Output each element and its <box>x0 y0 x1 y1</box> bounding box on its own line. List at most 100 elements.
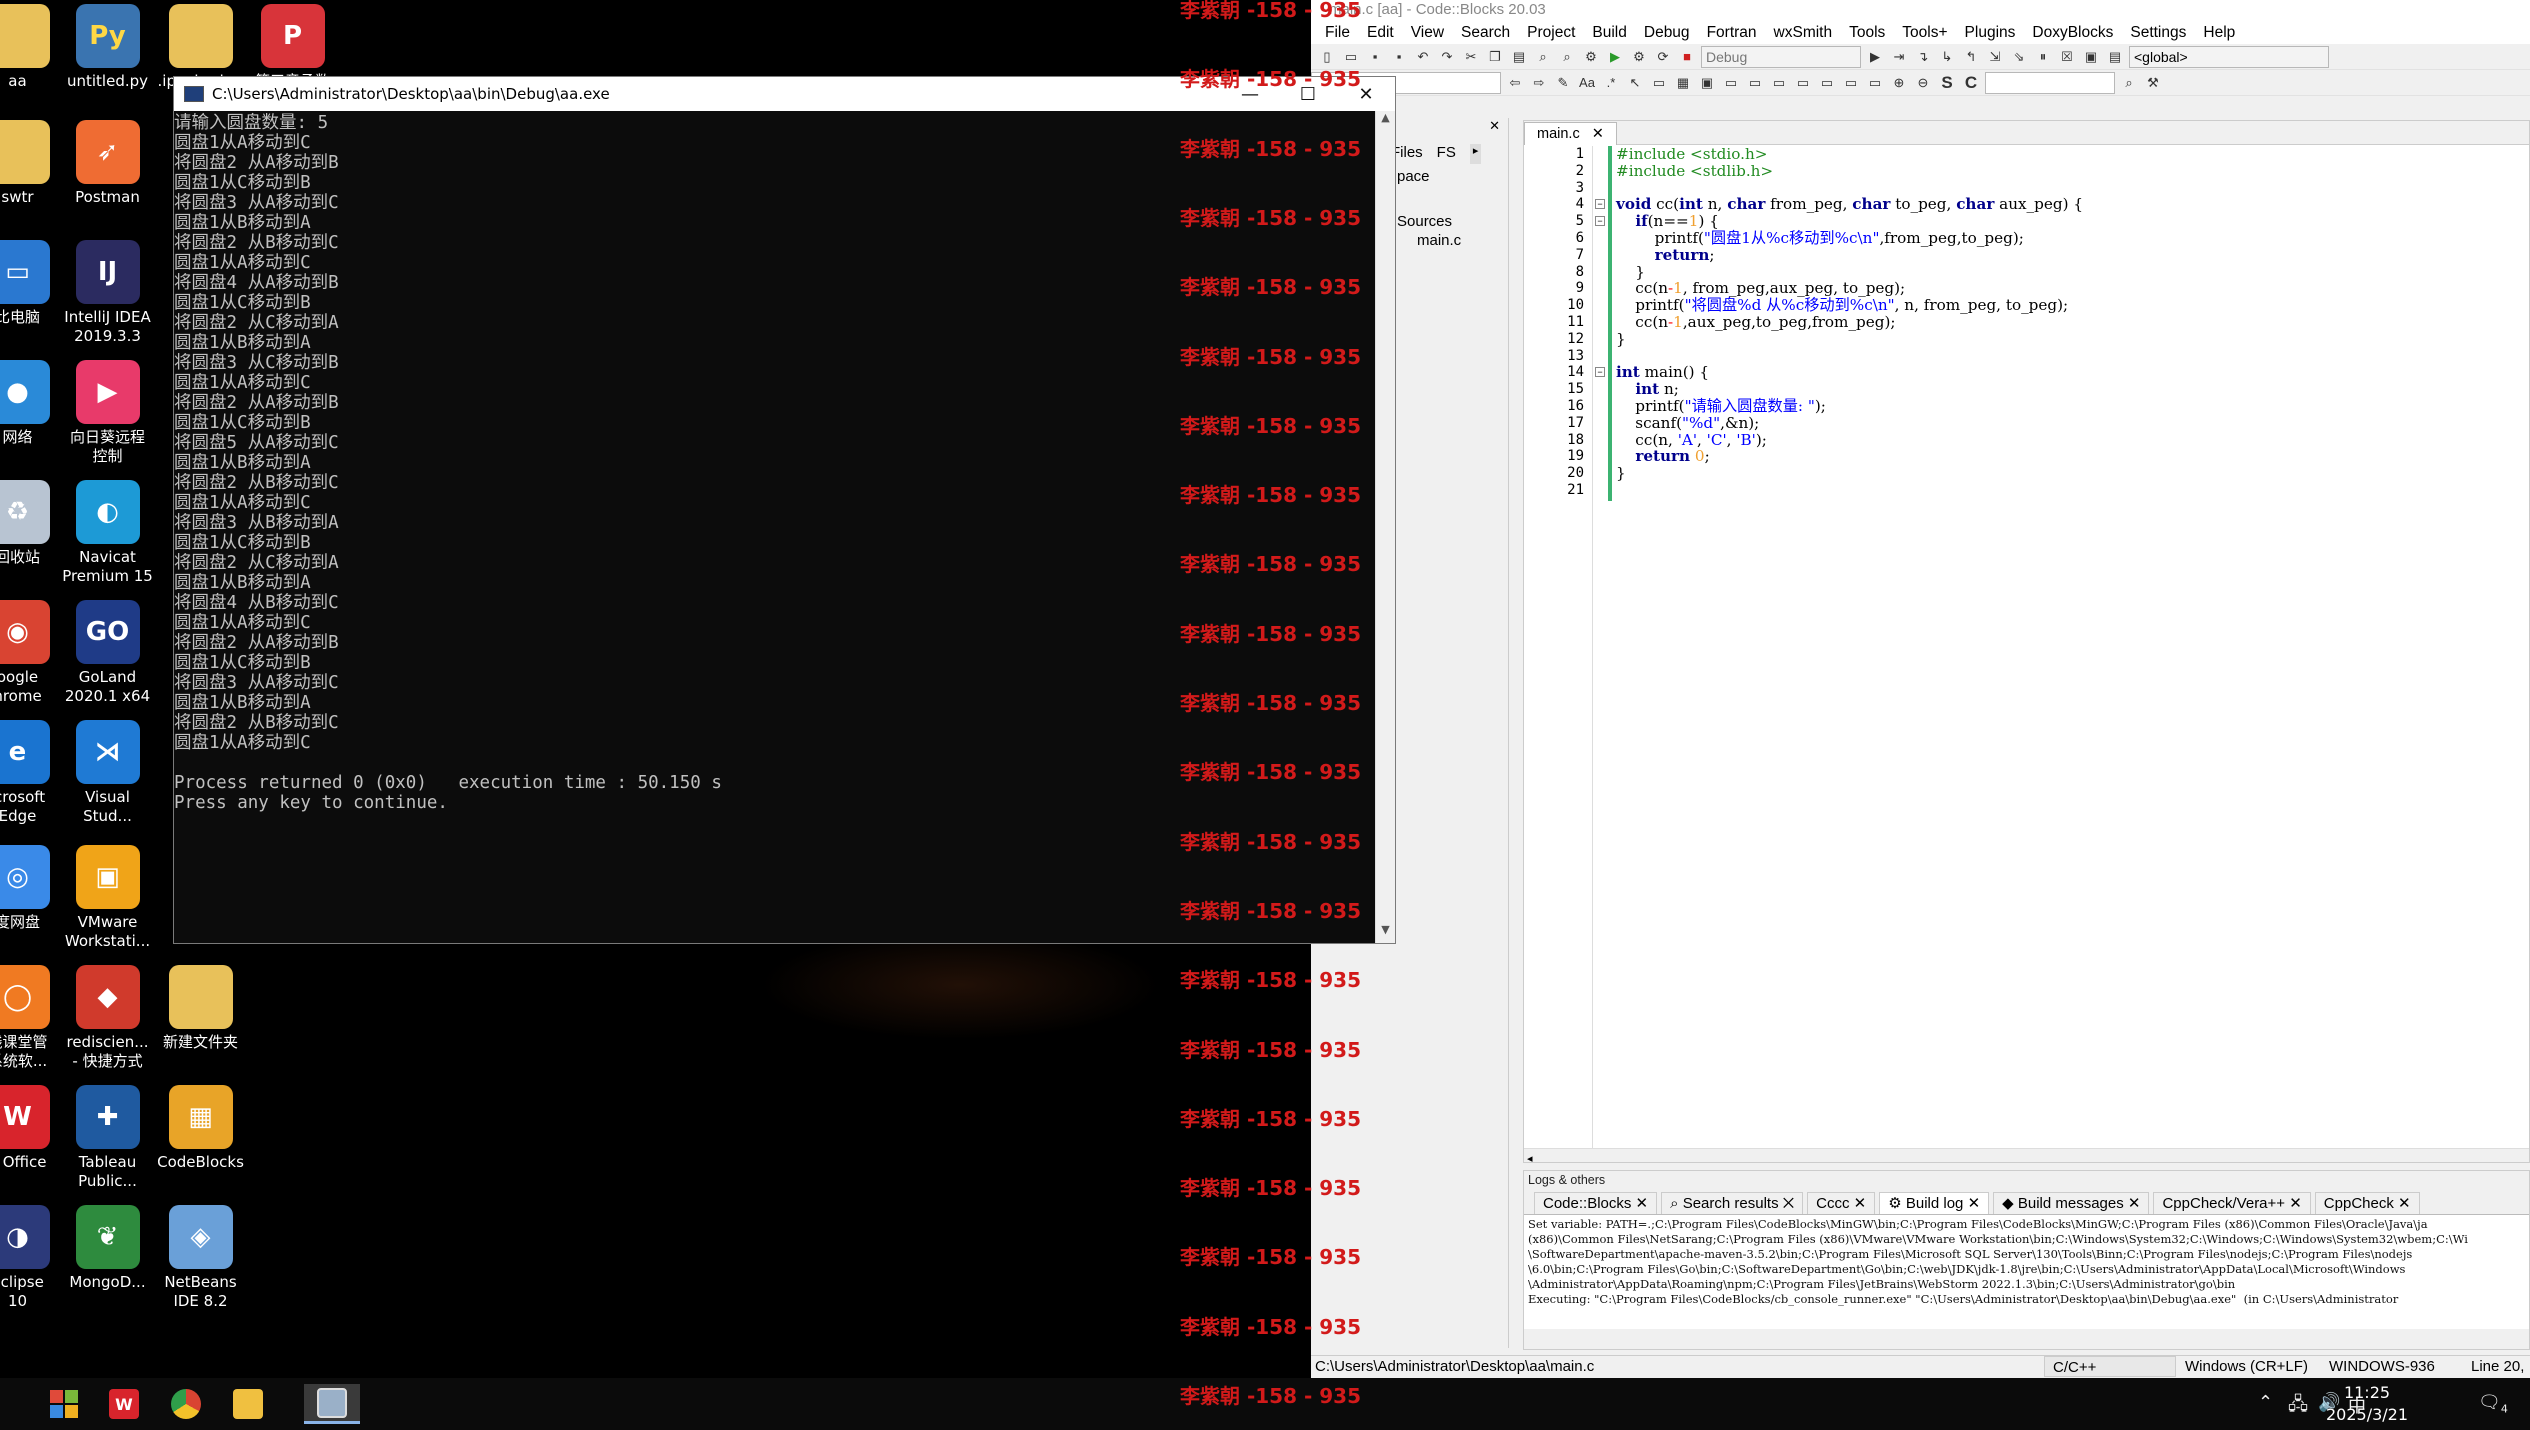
menu-project[interactable]: Project <box>1519 24 1584 42</box>
c-icon[interactable]: C <box>1961 73 1981 93</box>
cut-icon[interactable]: ✂ <box>1461 47 1481 67</box>
menu-wxsmith[interactable]: wxSmith <box>1766 24 1842 42</box>
menu-debug[interactable]: Debug <box>1636 24 1699 42</box>
zoom-out-icon[interactable]: ⊖ <box>1913 73 1933 93</box>
layout-2-icon[interactable]: ▭ <box>1745 73 1765 93</box>
menu-plugins[interactable]: Plugins <box>1957 24 2025 42</box>
shape-box-icon[interactable]: ▣ <box>1697 73 1717 93</box>
taskbar-clock[interactable]: 11:25 2025/3/21 <box>2322 1382 2412 1426</box>
menu-search[interactable]: Search <box>1453 24 1519 42</box>
menu-help[interactable]: Help <box>2195 24 2244 42</box>
run-to-cursor-icon[interactable]: ⇥ <box>1889 47 1909 67</box>
taskbar-chrome-icon[interactable] <box>158 1384 214 1424</box>
tab-fs[interactable]: FS <box>1437 144 1456 164</box>
menu-doxyblocks[interactable]: DoxyBlocks <box>2024 24 2122 42</box>
editor-tab-main-c[interactable]: main.c ✕ <box>1524 122 1617 145</box>
console-titlebar[interactable]: C:\Users\Administrator\Desktop\aa\bin\De… <box>174 77 1395 111</box>
abort-icon[interactable]: ■ <box>1677 47 1697 67</box>
step-into-icon[interactable]: ↳ <box>1937 47 1957 67</box>
taskbar-explorer-icon[interactable] <box>220 1384 276 1424</box>
console-window[interactable]: C:\Users\Administrator\Desktop\aa\bin\De… <box>173 76 1396 944</box>
layout-1-icon[interactable]: ▭ <box>1721 73 1741 93</box>
menu-build[interactable]: Build <box>1584 24 1635 42</box>
fold-toggle-icon[interactable]: − <box>1595 199 1605 210</box>
various-info-icon[interactable]: ▤ <box>2105 47 2125 67</box>
desktop-icon[interactable]: ◈ NetBeans IDE 8.2 <box>138 1205 263 1311</box>
editor-hscrollbar[interactable]: ◂ <box>1524 1148 2529 1165</box>
layout-3-icon[interactable]: ▭ <box>1769 73 1789 93</box>
tray-network-icon[interactable]: 🖧 <box>2288 1392 2308 1422</box>
build-run-icon[interactable]: ⚙ <box>1629 47 1649 67</box>
tab-scroll-right-icon[interactable]: ▸ <box>1469 144 1482 164</box>
layout-4-icon[interactable]: ▭ <box>1793 73 1813 93</box>
stop-debugger-icon[interactable]: ☒ <box>2057 47 2077 67</box>
menu-fortran[interactable]: Fortran <box>1699 24 1766 42</box>
debug-run-icon[interactable]: ▶ <box>1865 47 1885 67</box>
tab-close-icon[interactable]: ✕ <box>1592 126 1604 142</box>
taskbar-console-icon[interactable] <box>304 1384 360 1424</box>
s-icon[interactable]: S <box>1937 73 1957 93</box>
shape-rect-icon[interactable]: ▭ <box>1649 73 1669 93</box>
scroll-down-icon[interactable]: ▼ <box>1376 923 1395 943</box>
menu-tools[interactable]: Tools+ <box>1894 24 1956 42</box>
layout-5-icon[interactable]: ▭ <box>1817 73 1837 93</box>
minimize-icon[interactable]: — <box>1221 77 1279 111</box>
log-tab-buildmessages[interactable]: ◆ Build messages ✕ <box>1993 1192 2150 1214</box>
log-tab-searchresults[interactable]: ⌕ Search results ✕ <box>1661 1192 1804 1214</box>
select-icon[interactable]: ↖ <box>1625 73 1645 93</box>
fold-toggle-icon[interactable]: − <box>1595 367 1605 378</box>
menu-file[interactable]: File <box>1317 24 1359 42</box>
layout-7-icon[interactable]: ▭ <box>1865 73 1885 93</box>
break-debugger-icon[interactable]: ⏸ <box>2033 47 2053 67</box>
hscroll-left-icon[interactable]: ◂ <box>1524 1153 1533 1165</box>
replace-icon[interactable]: ⌕ <box>1557 47 1577 67</box>
copy-icon[interactable]: ❐ <box>1485 47 1505 67</box>
desktop-icon[interactable]: 新建文件夹 <box>138 965 263 1052</box>
build-target-select[interactable]: Debug <box>1701 45 1861 68</box>
build-icon[interactable]: ⚙ <box>1581 47 1601 67</box>
tray-chevron-icon[interactable]: ⌃ <box>2258 1392 2273 1413</box>
log-tab-cppcheck[interactable]: CppCheck ✕ <box>2314 1192 2420 1214</box>
undo-icon[interactable]: ↶ <box>1413 47 1433 67</box>
step-out-icon[interactable]: ↰ <box>1961 47 1981 67</box>
match-case-icon[interactable]: Aa <box>1577 73 1597 93</box>
notification-icon[interactable]: 🗨4 <box>2478 1392 2508 1416</box>
close-icon[interactable]: ✕ <box>1337 77 1395 111</box>
fold-margin[interactable]: − − − <box>1592 146 1606 1148</box>
find-icon[interactable]: ⌕ <box>1533 47 1553 67</box>
save-icon[interactable]: ▪ <box>1365 47 1385 67</box>
layout-6-icon[interactable]: ▭ <box>1841 73 1861 93</box>
menu-view[interactable]: View <box>1403 24 1453 42</box>
rebuild-icon[interactable]: ⟳ <box>1653 47 1673 67</box>
taskbar-start-icon[interactable] <box>36 1384 92 1424</box>
run-icon[interactable]: ▶ <box>1605 47 1625 67</box>
taskbar-wps-icon[interactable]: W <box>96 1384 152 1424</box>
back-icon[interactable]: ⇦ <box>1505 73 1525 93</box>
management-close-icon[interactable]: ✕ <box>1489 118 1500 134</box>
highlight-icon[interactable]: ✎ <box>1553 73 1573 93</box>
scroll-up-icon[interactable]: ▲ <box>1376 111 1395 131</box>
scope-select[interactable]: <global> <box>2129 45 2329 68</box>
paste-icon[interactable]: ▤ <box>1509 47 1529 67</box>
tree-main-c[interactable]: main.c <box>1417 232 1461 249</box>
maximize-icon[interactable]: ☐ <box>1279 77 1337 111</box>
redo-icon[interactable]: ↷ <box>1437 47 1457 67</box>
regex-icon[interactable]: .* <box>1601 73 1621 93</box>
desktop-icon[interactable]: ▦ CodeBlocks <box>138 1085 263 1172</box>
menu-edit[interactable]: Edit <box>1359 24 1403 42</box>
step-instruction-icon[interactable]: ⇘ <box>2009 47 2029 67</box>
zoom-in-icon[interactable]: ⊕ <box>1889 73 1909 93</box>
desktop-icon[interactable]: ◐ Navicat Premium 15 <box>45 480 170 586</box>
log-tab-buildlog[interactable]: ⚙ Build log ✕ <box>1879 1192 1990 1214</box>
save-all-icon[interactable]: ▪ <box>1389 47 1409 67</box>
desktop-icon[interactable]: ⋊ Visual Stud... <box>45 720 170 826</box>
tree-sources[interactable]: Sources <box>1397 213 1452 230</box>
new-file-icon[interactable]: ▯ <box>1317 47 1337 67</box>
log-tab-cccc[interactable]: Cccc ✕ <box>1807 1192 1876 1214</box>
forward-icon[interactable]: ⇨ <box>1529 73 1549 93</box>
next-line-icon[interactable]: ↴ <box>1913 47 1933 67</box>
search-combo[interactable] <box>1985 71 2115 94</box>
log-tab-codeblocks[interactable]: Code::Blocks ✕ <box>1534 1192 1658 1214</box>
menu-settings[interactable]: Settings <box>2122 24 2195 42</box>
console-scrollbar[interactable]: ▲ ▼ <box>1375 111 1395 943</box>
